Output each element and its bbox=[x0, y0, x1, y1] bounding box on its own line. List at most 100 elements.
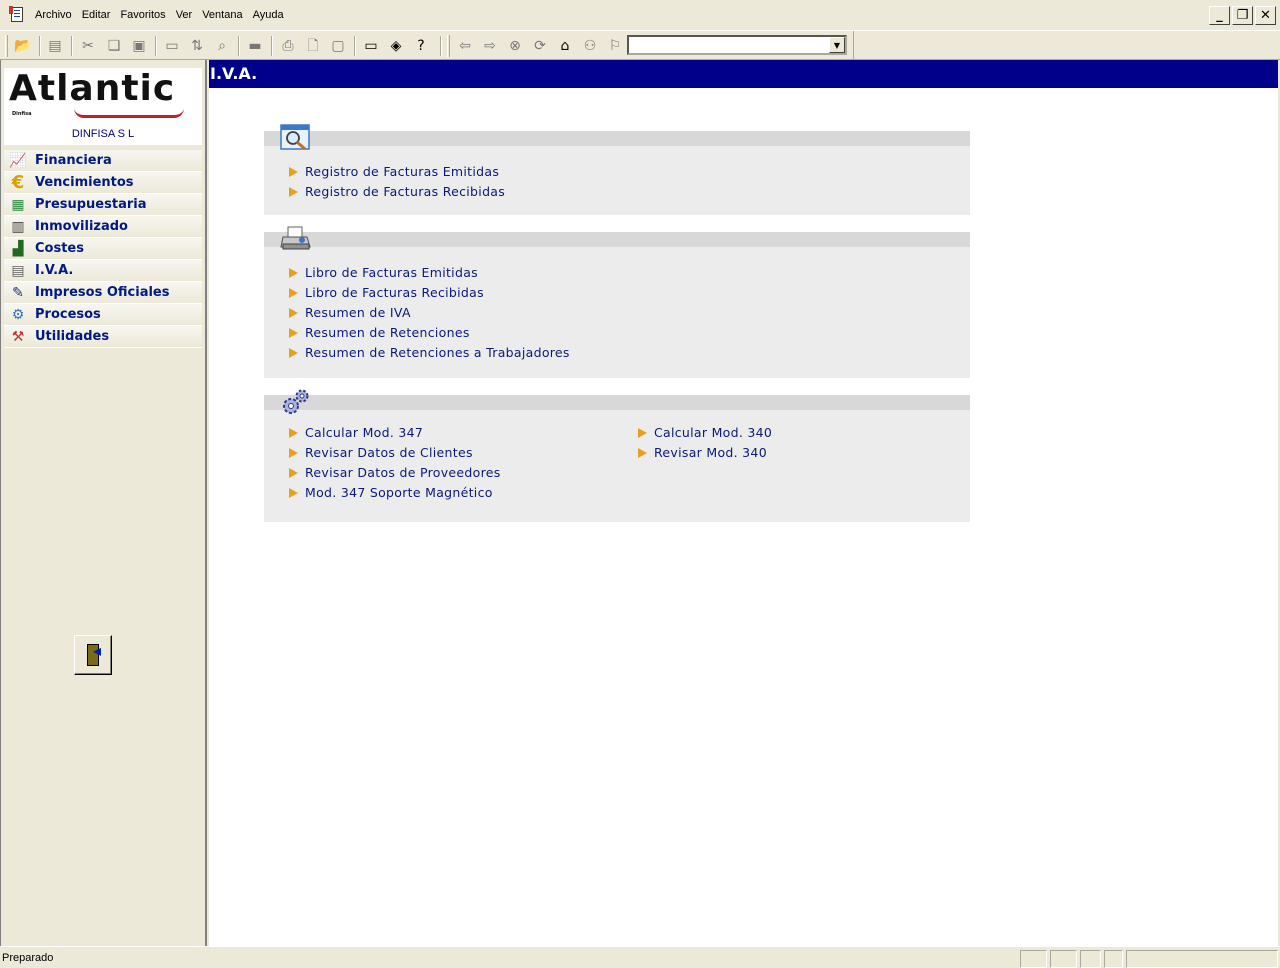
print-preview-icon[interactable]: 🗋 bbox=[304, 37, 322, 55]
scanner-icon[interactable]: ▬ bbox=[246, 37, 264, 55]
paste-icon[interactable]: ▣ bbox=[130, 37, 148, 55]
status-pane bbox=[1080, 950, 1101, 968]
link-resumen-retenciones-trabajadores[interactable]: Resumen de Retenciones a Trabajadores bbox=[289, 345, 570, 360]
copy-icon[interactable]: ❏ bbox=[105, 37, 123, 55]
toolbar-separator bbox=[39, 36, 41, 56]
sidebar-item-label: Procesos bbox=[35, 307, 101, 322]
toolbar-grip[interactable] bbox=[447, 35, 450, 57]
book-icon[interactable]: ◈ bbox=[387, 37, 405, 55]
cut-icon[interactable]: ✂ bbox=[79, 37, 97, 55]
link-revisar-mod-340[interactable]: Revisar Mod. 340 bbox=[638, 445, 767, 460]
page-title: I.V.A. bbox=[209, 60, 1278, 88]
link-resumen-retenciones[interactable]: Resumen de Retenciones bbox=[289, 325, 470, 340]
sidebar-item-procesos[interactable]: ⚙ Procesos bbox=[4, 304, 202, 326]
link-revisar-datos-clientes[interactable]: Revisar Datos de Clientes bbox=[289, 445, 473, 460]
favorite-icon[interactable]: ⚐ bbox=[606, 37, 624, 55]
logo-swoosh bbox=[74, 108, 184, 118]
exit-button[interactable]: ◂ bbox=[74, 635, 112, 675]
arrow-right-icon bbox=[638, 447, 647, 458]
menu-archivo[interactable]: Archivo bbox=[30, 9, 77, 21]
link-revisar-datos-proveedores[interactable]: Revisar Datos de Proveedores bbox=[289, 465, 501, 480]
section-header-bar bbox=[264, 232, 970, 247]
arrow-right-icon bbox=[289, 307, 298, 318]
menu-favoritos[interactable]: Favoritos bbox=[115, 9, 170, 21]
forward-icon[interactable]: ⇨ bbox=[481, 37, 499, 55]
link-mod-347-soporte-magnetico[interactable]: Mod. 347 Soporte Magnético bbox=[289, 485, 493, 500]
link-label: Calcular Mod. 347 bbox=[305, 425, 424, 440]
sidebar-item-presupuestaria[interactable]: ▦ Presupuestaria bbox=[4, 194, 202, 216]
menu-bar: Archivo Editar Favoritos Ver Ventana Ayu… bbox=[0, 0, 1280, 30]
status-pane bbox=[1126, 950, 1278, 968]
monitor-icon[interactable]: ▭ bbox=[362, 37, 380, 55]
menu-ver[interactable]: Ver bbox=[171, 9, 198, 21]
link-libro-facturas-recibidas[interactable]: Libro de Facturas Recibidas bbox=[289, 285, 484, 300]
menu-ayuda[interactable]: Ayuda bbox=[248, 9, 289, 21]
arrow-right-icon bbox=[289, 287, 298, 298]
window-controls: _ ❐ ✕ bbox=[1209, 6, 1276, 25]
sidebar-item-inmovilizado[interactable]: ▥ Inmovilizado bbox=[4, 216, 202, 238]
sidebar-item-label: Vencimientos bbox=[35, 175, 134, 190]
main-content: I.V.A. Registro de Facturas Emitidas Reg… bbox=[209, 60, 1278, 946]
link-label: Calcular Mod. 340 bbox=[654, 425, 773, 440]
section-header-bar bbox=[264, 131, 970, 146]
status-bar: Preparado bbox=[0, 946, 1280, 968]
link-label: Revisar Datos de Proveedores bbox=[305, 465, 501, 480]
help-icon[interactable]: ? bbox=[412, 37, 430, 55]
logo: Atlantic Dinfisa bbox=[4, 68, 202, 125]
sidebar-item-iva[interactable]: ▤ I.V.A. bbox=[4, 260, 202, 282]
link-label: Revisar Mod. 340 bbox=[654, 445, 767, 460]
app-icon[interactable] bbox=[9, 6, 27, 24]
restore-icon[interactable]: ❐ bbox=[1232, 6, 1253, 25]
link-label: Revisar Datos de Clientes bbox=[305, 445, 473, 460]
company-name: DINFISA S L bbox=[4, 125, 202, 145]
chevron-down-icon[interactable]: ▼ bbox=[829, 37, 845, 53]
menu-editar[interactable]: Editar bbox=[77, 9, 116, 21]
stop-icon[interactable]: ⊗ bbox=[506, 37, 524, 55]
close-icon[interactable]: ✕ bbox=[1255, 6, 1276, 25]
link-label: Mod. 347 Soporte Magnético bbox=[305, 485, 493, 500]
section-registro: Registro de Facturas Emitidas Registro d… bbox=[264, 124, 970, 215]
link-resumen-iva[interactable]: Resumen de IVA bbox=[289, 305, 411, 320]
address-combo[interactable]: ▼ bbox=[627, 35, 847, 55]
page-setup-icon[interactable]: ▢ bbox=[329, 37, 347, 55]
window-icon[interactable]: ▭ bbox=[163, 37, 181, 55]
section-modelos: Calcular Mod. 347 Revisar Datos de Clien… bbox=[264, 389, 970, 522]
sidebar-item-label: Presupuestaria bbox=[35, 197, 147, 212]
open-folder-icon[interactable]: 📂 bbox=[14, 37, 32, 55]
money-icon: ▦ bbox=[11, 196, 25, 213]
back-icon[interactable]: ⇦ bbox=[456, 37, 474, 55]
sidebar-item-vencimientos[interactable]: € Vencimientos bbox=[4, 172, 202, 194]
toolbar-grip[interactable] bbox=[5, 35, 8, 57]
home-icon[interactable]: ⌂ bbox=[556, 37, 574, 55]
sidebar-item-financiera[interactable]: 📈 Financiera bbox=[4, 150, 202, 172]
link-calcular-mod-347[interactable]: Calcular Mod. 347 bbox=[289, 425, 423, 440]
binoculars-icon[interactable]: ⚇ bbox=[581, 37, 599, 55]
sidebar-item-costes[interactable]: ▟ Costes bbox=[4, 238, 202, 260]
refresh-icon[interactable]: ⟳ bbox=[531, 37, 549, 55]
section-header-bar bbox=[264, 395, 970, 410]
link-calcular-mod-340[interactable]: Calcular Mod. 340 bbox=[638, 425, 772, 440]
pen-icon: ✎ bbox=[12, 284, 24, 301]
toolbar-separator bbox=[354, 36, 356, 56]
link-registro-facturas-recibidas[interactable]: Registro de Facturas Recibidas bbox=[289, 184, 505, 199]
find-replace-icon[interactable]: ⇅ bbox=[188, 37, 206, 55]
properties-icon[interactable]: ▤ bbox=[46, 37, 64, 55]
sidebar-item-label: Inmovilizado bbox=[35, 219, 128, 234]
arrow-right-icon bbox=[638, 427, 647, 438]
search-icon[interactable]: ⌕ bbox=[213, 37, 231, 55]
sidebar-item-label: Costes bbox=[35, 241, 84, 256]
minimize-icon[interactable]: _ bbox=[1209, 6, 1230, 25]
sidebar-item-utilidades[interactable]: ⚒ Utilidades bbox=[4, 326, 202, 348]
arrow-right-icon bbox=[289, 166, 298, 177]
gears-icon bbox=[280, 388, 312, 416]
euro-icon: € bbox=[11, 172, 25, 193]
sidebar-item-impresos-oficiales[interactable]: ✎ Impresos Oficiales bbox=[4, 282, 202, 304]
toolbar-separator bbox=[853, 31, 856, 59]
link-registro-facturas-emitidas[interactable]: Registro de Facturas Emitidas bbox=[289, 164, 499, 179]
section-libros: Libro de Facturas Emitidas Libro de Fact… bbox=[264, 226, 970, 378]
menu-ventana[interactable]: Ventana bbox=[197, 9, 247, 21]
print-icon[interactable]: ⎙ bbox=[279, 37, 297, 55]
link-label: Libro de Facturas Recibidas bbox=[305, 285, 484, 300]
link-libro-facturas-emitidas[interactable]: Libro de Facturas Emitidas bbox=[289, 265, 478, 280]
building-icon: ▥ bbox=[11, 218, 25, 235]
